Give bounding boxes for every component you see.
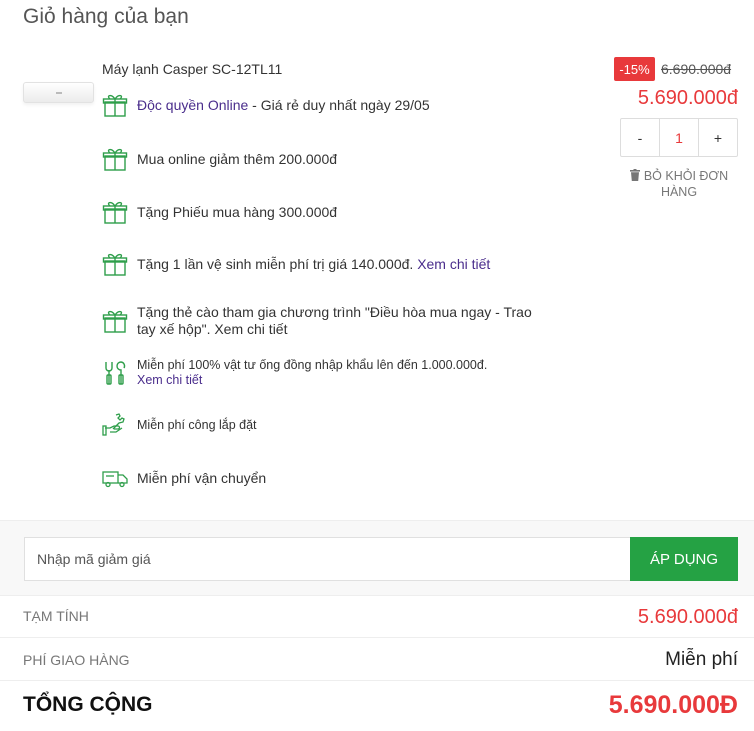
wrench-hand-icon (102, 413, 125, 436)
old-price: 6.690.000đ (661, 61, 732, 77)
promo-item-installation: Miễn phí công lắp đặt (102, 412, 257, 438)
gift-icon (102, 253, 128, 276)
quantity-stepper: - 1 + (620, 118, 738, 157)
discount-badge: -15% (614, 57, 655, 81)
promo-text: Miễn phí 100% vật tư ống đồng nhập khẩu … (137, 358, 488, 372)
promo-text: Miễn phí vận chuyển (137, 469, 267, 486)
remove-from-order-button[interactable]: BỎ KHỎI ĐƠN HÀNG (620, 168, 738, 200)
increase-quantity-button[interactable]: + (699, 119, 737, 156)
gift-icon (102, 94, 128, 117)
promo-text: Mua online giảm thêm 200.000đ (137, 150, 338, 167)
promo-item-voucher: Tặng Phiếu mua hàng 300.000đ (102, 199, 337, 225)
product-image[interactable] (23, 82, 94, 103)
truck-icon (102, 471, 128, 488)
promo-item-shipping: Miễn phí vận chuyển (102, 465, 266, 491)
shipping-row: PHÍ GIAO HÀNG Miễn phí (0, 637, 754, 680)
promo-item-scratch-card: Tặng thẻ cào tham gia chương trình "Điều… (102, 304, 537, 338)
coupon-input[interactable] (25, 538, 630, 580)
tools-icon (105, 361, 126, 385)
decrease-quantity-button[interactable]: - (621, 119, 659, 156)
quantity-value[interactable]: 1 (659, 119, 699, 156)
promo-text: Tặng thẻ cào tham gia chương trình "Điều… (137, 304, 532, 337)
total-value: 5.690.000Đ (608, 691, 738, 719)
coupon-form: ÁP DỤNG (24, 537, 738, 581)
remove-label: BỎ KHỎI ĐƠN HÀNG (643, 169, 729, 199)
subtotal-label: TẠM TÍNH (23, 608, 89, 624)
product-name[interactable]: Máy lạnh Casper SC-12TL11 (102, 61, 282, 77)
promo-details-link[interactable]: Xem chi tiết (417, 256, 490, 272)
promo-text: Tặng Phiếu mua hàng 300.000đ (137, 203, 338, 220)
apply-coupon-button[interactable]: ÁP DỤNG (630, 537, 738, 581)
promo-item-online-exclusive: Độc quyền Online - Giá rẻ duy nhất ngày … (102, 92, 430, 118)
promo-text: Tặng 1 lần vệ sinh miễn phí trị giá 140.… (137, 255, 418, 272)
promo-item-copper-pipe: Miễn phí 100% vật tư ống đồng nhập khẩu … (102, 358, 487, 388)
trash-icon (629, 169, 640, 181)
gift-icon (102, 148, 128, 171)
shipping-label: PHÍ GIAO HÀNG (23, 652, 130, 668)
promo-text: - Giá rẻ duy nhất ngày 29/05 (248, 96, 430, 113)
order-summary: TẠM TÍNH 5.690.000đ PHÍ GIAO HÀNG Miễn p… (0, 595, 754, 731)
promo-item-cleaning: Tặng 1 lần vệ sinh miễn phí trị giá 140.… (102, 251, 490, 277)
promo-details-link[interactable]: Xem chi tiết (137, 373, 202, 387)
subtotal-value: 5.690.000đ (637, 606, 738, 628)
gift-icon (102, 310, 128, 333)
promo-item-online-discount: Mua online giảm thêm 200.000đ (102, 146, 337, 172)
page-title: Giỏ hàng của bạn (23, 5, 189, 28)
promo-text: Miễn phí công lắp đặt (137, 417, 257, 432)
new-price: 5.690.000đ (637, 87, 738, 109)
subtotal-row: TẠM TÍNH 5.690.000đ (0, 595, 754, 637)
total-row: TỔNG CỘNG 5.690.000Đ (0, 680, 754, 731)
total-label: TỔNG CỘNG (23, 693, 153, 716)
shipping-value: Miễn phí (665, 649, 738, 670)
promo-accent: Độc quyền Online (137, 96, 249, 113)
gift-icon (102, 201, 128, 224)
